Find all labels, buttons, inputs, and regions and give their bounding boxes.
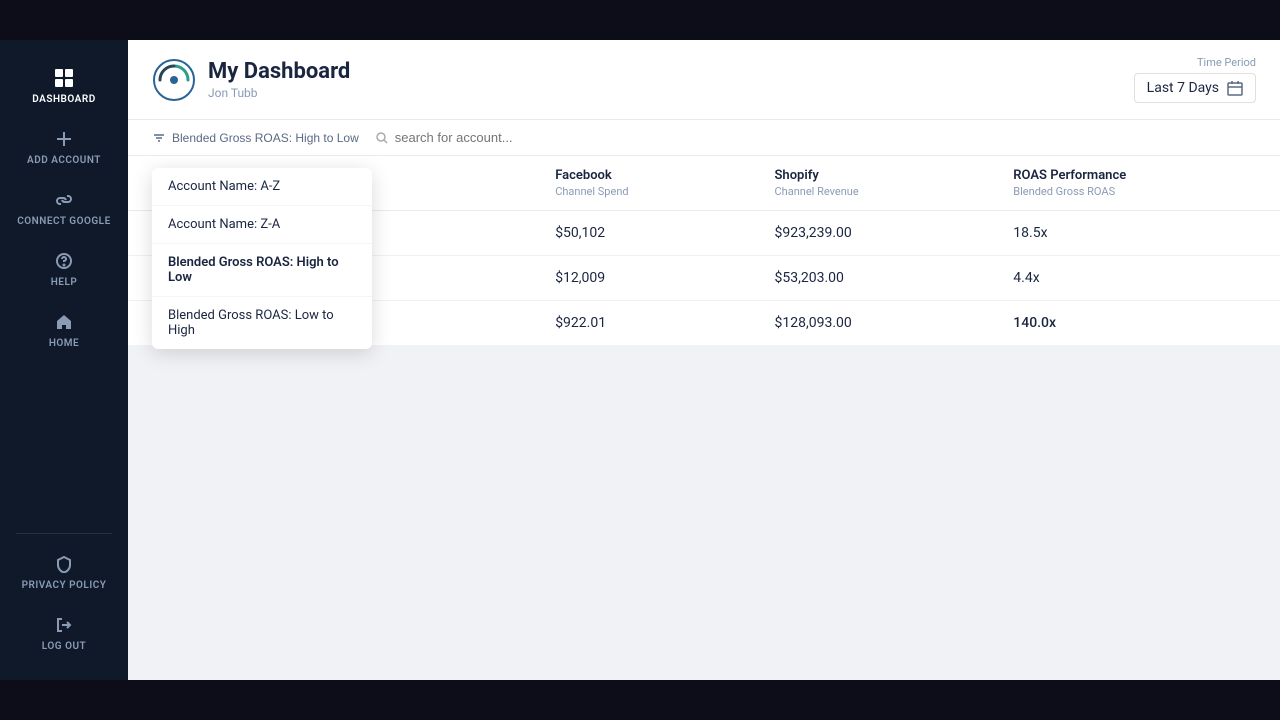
main-content: My Dashboard Jon Tubb Time Period Last 7… <box>128 40 1280 680</box>
header-left: My Dashboard Jon Tubb <box>152 58 350 102</box>
sidebar-item-privacy-policy[interactable]: PRIVACY POLICY <box>0 542 128 603</box>
roas-value: 4.4x <box>989 256 1280 301</box>
time-period-label: Time Period <box>1197 56 1256 69</box>
sidebar-item-label: DASHBOARD <box>32 94 95 105</box>
table-area: Blended Gross ROAS: High to Low Account … <box>128 120 1280 680</box>
sidebar-divider <box>16 533 112 534</box>
plus-icon <box>54 129 74 149</box>
sidebar-item-log-out[interactable]: LOG OUT <box>0 603 128 664</box>
home-icon <box>54 312 74 332</box>
page-title: My Dashboard <box>208 59 350 84</box>
sidebar-item-home[interactable]: HOME <box>0 300 128 361</box>
sidebar-item-label: CONNECT GOOGLE <box>17 216 110 227</box>
roas-value: 140.0x <box>989 301 1280 346</box>
sidebar-bottom: PRIVACY POLICY LOG OUT <box>0 525 128 664</box>
grid-icon <box>54 68 74 88</box>
shield-icon <box>54 554 74 574</box>
facebook-spend: $922.01 <box>531 301 750 346</box>
shopify-revenue: $128,093.00 <box>751 301 990 346</box>
search-input[interactable] <box>395 130 595 145</box>
sidebar: DASHBOARD ADD ACCOUNT CONNECT GOOGLE <box>0 40 128 680</box>
sidebar-item-add-account[interactable]: ADD ACCOUNT <box>0 117 128 178</box>
sort-label: Blended Gross ROAS: High to Low <box>172 131 359 145</box>
dropdown-item-roas-low-high[interactable]: Blended Gross ROAS: Low to High <box>152 297 372 349</box>
header-title-group: My Dashboard Jon Tubb <box>208 59 350 100</box>
sidebar-item-label: LOG OUT <box>42 641 86 652</box>
sidebar-item-help[interactable]: HELP <box>0 239 128 300</box>
dropdown-item-account-az[interactable]: Account Name: A-Z <box>152 168 372 206</box>
dropdown-item-roas-high-low[interactable]: Blended Gross ROAS: High to Low <box>152 244 372 297</box>
dropdown-item-account-za[interactable]: Account Name: Z-A <box>152 206 372 244</box>
sidebar-item-label: HELP <box>51 277 78 288</box>
search-bar <box>375 130 1256 145</box>
shopify-revenue: $53,203.00 <box>751 256 990 301</box>
logout-icon <box>54 615 74 635</box>
sidebar-item-dashboard[interactable]: DASHBOARD <box>0 56 128 117</box>
logo-icon <box>152 58 196 102</box>
sidebar-item-connect-google[interactable]: CONNECT GOOGLE <box>0 178 128 239</box>
sidebar-item-label: ADD ACCOUNT <box>27 155 101 166</box>
sidebar-item-label: PRIVACY POLICY <box>22 580 107 591</box>
search-icon <box>375 131 389 145</box>
roas-value: 18.5x <box>989 211 1280 256</box>
time-period-select[interactable]: Last 7 Days <box>1134 73 1256 103</box>
user-name: Jon Tubb <box>208 86 350 100</box>
question-icon <box>54 251 74 271</box>
top-bar <box>0 0 1280 40</box>
header-right: Time Period Last 7 Days <box>1134 56 1256 103</box>
sort-dropdown: Account Name: A-Z Account Name: Z-A Blen… <box>152 168 372 349</box>
link-icon <box>54 190 74 210</box>
col-roas: ROAS Performance Blended Gross ROAS <box>989 156 1280 211</box>
table-toolbar: Blended Gross ROAS: High to Low <box>128 120 1280 156</box>
page-header: My Dashboard Jon Tubb Time Period Last 7… <box>128 40 1280 120</box>
sidebar-item-label: HOME <box>49 338 79 349</box>
col-facebook: Facebook Channel Spend <box>531 156 750 211</box>
sort-icon <box>152 131 166 145</box>
shopify-revenue: $923,239.00 <box>751 211 990 256</box>
calendar-icon <box>1227 80 1243 96</box>
time-period-value: Last 7 Days <box>1147 80 1219 96</box>
col-shopify: Shopify Channel Revenue <box>751 156 990 211</box>
sort-button[interactable]: Blended Gross ROAS: High to Low <box>152 131 359 145</box>
facebook-spend: $12,009 <box>531 256 750 301</box>
bottom-bar <box>0 680 1280 720</box>
facebook-spend: $50,102 <box>531 211 750 256</box>
